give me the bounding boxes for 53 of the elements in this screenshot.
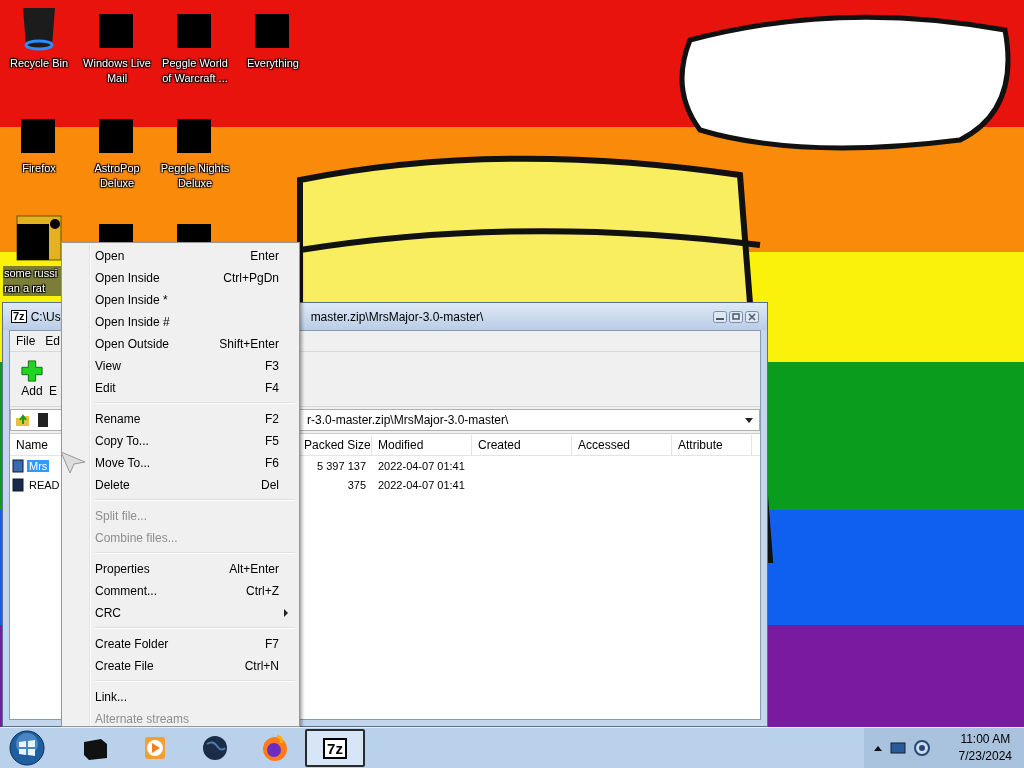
- menu-item[interactable]: Open Outside Shift+Enter: [64, 333, 297, 355]
- menu-item[interactable]: CRC: [64, 602, 297, 624]
- table-cell-text: 375: [346, 478, 367, 491]
- toolbar-button[interactable]: Add: [18, 354, 46, 404]
- desktop-icon-label[interactable]: some russi ran a rat: [3, 266, 61, 296]
- window-title: master.zip\MrsMajor-3.0-master\: [310, 309, 485, 324]
- column-header[interactable]: Created: [472, 434, 572, 455]
- column-header[interactable]: Attribute: [672, 434, 752, 455]
- table-cell-text: 2022-04-07 01:41: [377, 459, 466, 472]
- menu-item[interactable]: Rename F2: [64, 408, 297, 430]
- menu-item[interactable]: File: [16, 333, 36, 349]
- menu-item[interactable]: Open Enter: [64, 245, 297, 267]
- plus-icon: [21, 360, 43, 382]
- menu-item[interactable]: Edit F4: [64, 377, 297, 399]
- maximize-button[interactable]: [729, 310, 743, 323]
- show-hidden-icons-button[interactable]: [874, 745, 882, 751]
- menu-item[interactable]: Open Inside #: [64, 311, 297, 333]
- speaker-icon[interactable]: [914, 740, 930, 756]
- table-cell-text: 5 397 137: [316, 459, 367, 472]
- start-button[interactable]: [9, 730, 45, 766]
- menu-item[interactable]: Create File Ctrl+N: [64, 655, 297, 677]
- menu-item[interactable]: View F3: [64, 355, 297, 377]
- menu-item[interactable]: Comment... Ctrl+Z: [64, 580, 297, 602]
- column-header[interactable]: Modified: [372, 434, 472, 455]
- minimize-button[interactable]: [713, 310, 727, 323]
- menu-item[interactable]: Link...: [64, 686, 297, 708]
- app-icon: 7z: [11, 310, 27, 323]
- menu-item[interactable]: Properties Alt+Enter: [64, 558, 297, 580]
- table-cell-text: 2022-04-07 01:41: [377, 478, 466, 491]
- menu-item[interactable]: Ed: [45, 333, 61, 349]
- monitor-icon[interactable]: [890, 740, 906, 756]
- close-button[interactable]: [745, 310, 759, 323]
- file-name[interactable]: READ: [27, 478, 62, 491]
- taskbar-button[interactable]: 7z: [305, 729, 365, 767]
- desktop-icon-label[interactable]: Everything: [235, 56, 311, 71]
- column-header[interactable]: Accessed: [572, 434, 672, 455]
- file-icon: [12, 477, 24, 492]
- desktop-icon-label[interactable]: Peggle World of Warcraft ...: [157, 56, 233, 86]
- menu-item[interactable]: Open Inside *: [64, 289, 297, 311]
- desktop-icon-label[interactable]: Recycle Bin: [1, 56, 77, 71]
- menu-item[interactable]: Open Inside Ctrl+PgDn: [64, 267, 297, 289]
- fox-globe-icon: [261, 734, 289, 762]
- globe-icon: [201, 734, 229, 762]
- window-title: C:\Us: [30, 309, 61, 324]
- archive-icon: [12, 458, 24, 473]
- dropdown-arrow-icon[interactable]: [745, 417, 753, 423]
- toolbar-button[interactable]: E: [46, 354, 60, 404]
- menu-item[interactable]: Create Folder F7: [64, 633, 297, 655]
- folder-up-icon[interactable]: [15, 412, 31, 428]
- menu-item[interactable]: Delete Del: [64, 474, 297, 496]
- desktop-icon-label[interactable]: Windows Live Mail: [79, 56, 155, 86]
- address-field[interactable]: r-3.0-master.zip\MrsMajor-3.0-master\: [307, 413, 741, 427]
- menu-item[interactable]: Copy To... F5: [64, 430, 297, 452]
